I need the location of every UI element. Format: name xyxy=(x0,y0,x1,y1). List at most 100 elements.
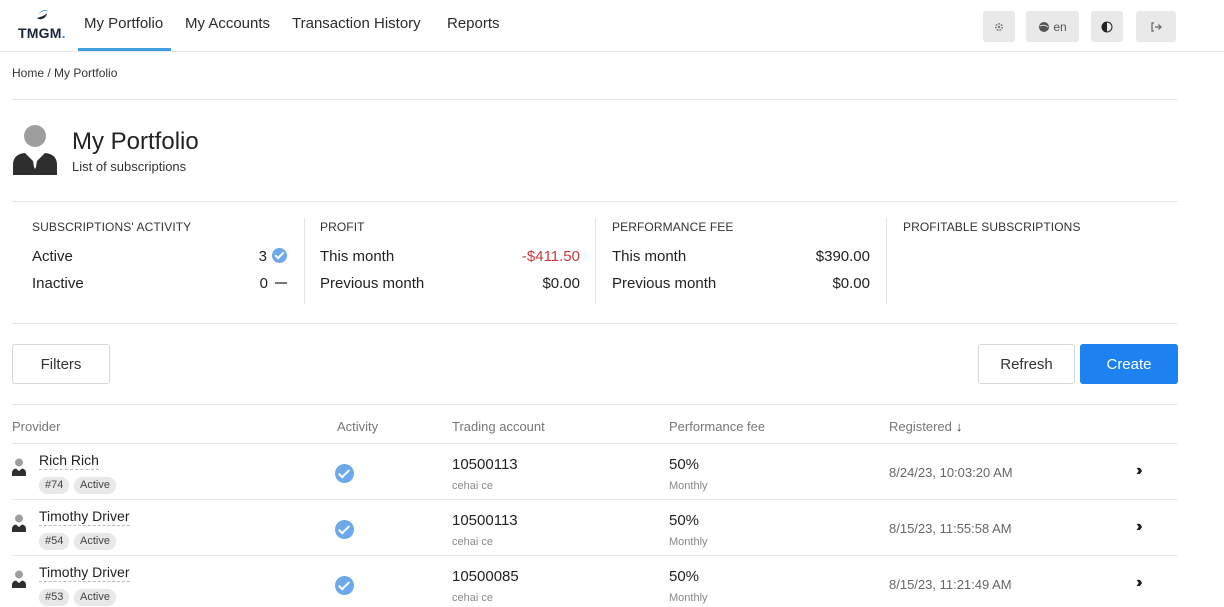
logout-icon xyxy=(1151,21,1162,32)
column-header-activity[interactable]: Activity xyxy=(337,419,378,434)
table-row[interactable]: Timothy Driver #53 Active 10500085 cehai… xyxy=(12,556,1178,607)
stats-profit: Profit This month -$411.50 Previous mont… xyxy=(320,220,580,310)
stats-profitable-heading: Profitable subscriptions xyxy=(903,220,1081,234)
theme-toggle-button[interactable] xyxy=(1091,11,1123,42)
stats-active-value: 3 xyxy=(258,248,267,265)
table-row[interactable]: Rich Rich #74 Active 10500113 cehai ce 5… xyxy=(12,444,1178,500)
page-subtitle: List of subscriptions xyxy=(72,159,187,174)
performance-fee-value: 50% xyxy=(669,456,700,473)
dash-icon xyxy=(275,282,287,284)
contrast-icon xyxy=(1101,21,1113,32)
stats-activity: Subscriptions' activity Active 3 Inactiv… xyxy=(32,220,287,310)
language-button[interactable]: en xyxy=(1026,11,1079,42)
divider xyxy=(12,201,1178,202)
performance-fee-value: 50% xyxy=(669,512,700,529)
stats-profit-this-month-value: -$411.50 xyxy=(521,248,580,265)
performance-fee-period: Monthly xyxy=(669,536,708,548)
stats-inactive-label: Inactive xyxy=(32,275,84,292)
stats-profit-prev-month-value: $0.00 xyxy=(542,275,580,292)
brand-name: TMGM xyxy=(18,25,62,41)
user-avatar-icon xyxy=(12,514,26,532)
activity-check-icon xyxy=(335,520,354,539)
stats-activity-heading: Subscriptions' activity xyxy=(32,220,192,234)
user-avatar-icon xyxy=(13,125,57,175)
create-button[interactable]: Create xyxy=(1080,344,1178,384)
stats-fee: Performance fee This month $390.00 Previ… xyxy=(612,220,870,310)
globe-icon xyxy=(1039,21,1050,32)
stats-fee-prev-month-value: $0.00 xyxy=(832,275,870,292)
language-label: en xyxy=(1053,19,1067,34)
refresh-button[interactable]: Refresh xyxy=(978,344,1075,384)
chevron-right-double-icon[interactable]: ›› xyxy=(1136,574,1142,592)
trading-account-number: 10500113 xyxy=(452,512,518,529)
breadcrumb-home[interactable]: Home xyxy=(12,66,44,80)
page-title: My Portfolio xyxy=(72,128,199,155)
logout-button[interactable] xyxy=(1136,11,1176,42)
stats-fee-this-month-value: $390.00 xyxy=(815,248,870,265)
status-badge: Active xyxy=(74,533,116,550)
chevron-right-double-icon[interactable]: ›› xyxy=(1136,518,1142,536)
registered-date: 8/15/23, 11:55:58 AM xyxy=(889,521,1012,536)
stats-profitable: Profitable subscriptions xyxy=(903,220,1163,310)
stats-profit-prev-month-row: Previous month $0.00 xyxy=(320,275,580,302)
provider-id-badge: #53 xyxy=(39,589,70,606)
column-header-trading-account[interactable]: Trading account xyxy=(452,419,545,434)
nav-transaction-history[interactable]: Transaction History xyxy=(292,15,421,32)
column-header-registered[interactable]: Registered ↓ xyxy=(889,419,962,434)
nav-my-accounts[interactable]: My Accounts xyxy=(185,15,270,32)
sort-down-icon: ↓ xyxy=(955,419,963,434)
provider-name[interactable]: Rich Rich xyxy=(39,452,99,470)
stats-divider xyxy=(886,218,887,304)
stats-inactive-row: Inactive 0 xyxy=(32,275,287,302)
stats-active-row: Active 3 xyxy=(32,248,287,275)
nav-reports[interactable]: Reports xyxy=(447,15,500,32)
user-avatar-icon xyxy=(12,570,26,588)
brand-logo[interactable]: TMGM. xyxy=(18,8,70,44)
check-circle-icon xyxy=(272,248,287,263)
status-badge: Active xyxy=(74,477,116,494)
stats-divider xyxy=(595,218,596,304)
breadcrumb-current: My Portfolio xyxy=(54,66,118,80)
trading-account-name: cehai ce xyxy=(452,480,493,492)
breadcrumb: Home / My Portfolio xyxy=(12,66,117,80)
stats-profit-prev-month-label: Previous month xyxy=(320,275,425,292)
performance-fee-value: 50% xyxy=(669,568,700,585)
provider-name[interactable]: Timothy Driver xyxy=(39,564,130,582)
chevron-right-double-icon[interactable]: ›› xyxy=(1136,462,1142,480)
filters-button[interactable]: Filters xyxy=(12,344,110,384)
stats-fee-this-month-label: This month xyxy=(612,248,687,265)
stats-fee-prev-month-row: Previous month $0.00 xyxy=(612,275,870,302)
performance-fee-period: Monthly xyxy=(669,480,708,492)
column-header-performance-fee[interactable]: Performance fee xyxy=(669,419,765,434)
settings-button[interactable] xyxy=(983,11,1015,42)
top-navbar: TMGM. My Portfolio My Accounts Transacti… xyxy=(0,0,1224,52)
column-header-provider[interactable]: Provider xyxy=(12,419,60,434)
breadcrumb-separator: / xyxy=(47,66,51,80)
table-row[interactable]: Timothy Driver #54 Active 10500113 cehai… xyxy=(12,500,1178,556)
status-badge: Active xyxy=(74,589,116,606)
stats-fee-heading: Performance fee xyxy=(612,220,734,234)
provider-id-badge: #74 xyxy=(39,477,70,494)
stats-active-label: Active xyxy=(32,248,73,265)
stats-profit-heading: Profit xyxy=(320,220,365,234)
nav-my-portfolio[interactable]: My Portfolio xyxy=(77,15,172,51)
stats-fee-prev-month-label: Previous month xyxy=(612,275,717,292)
provider-name[interactable]: Timothy Driver xyxy=(39,508,130,526)
gear-icon xyxy=(994,22,1004,31)
divider xyxy=(12,99,1178,100)
logo-swoosh-icon xyxy=(37,10,48,20)
stats-inactive-value: 0 xyxy=(259,275,268,292)
divider xyxy=(12,323,1178,324)
performance-fee-period: Monthly xyxy=(669,592,708,604)
stats-fee-this-month-row: This month $390.00 xyxy=(612,248,870,275)
trading-account-name: cehai ce xyxy=(452,536,493,548)
registered-date: 8/15/23, 11:21:49 AM xyxy=(889,577,1012,592)
divider xyxy=(12,404,1178,405)
user-avatar-icon xyxy=(12,458,26,476)
activity-check-icon xyxy=(335,576,354,595)
trading-account-number: 10500085 xyxy=(452,568,519,585)
registered-date: 8/24/23, 10:03:20 AM xyxy=(889,465,1013,480)
trading-account-name: cehai ce xyxy=(452,592,493,604)
stats-profit-this-month-label: This month xyxy=(320,248,395,265)
column-header-registered-label: Registered xyxy=(889,419,952,434)
